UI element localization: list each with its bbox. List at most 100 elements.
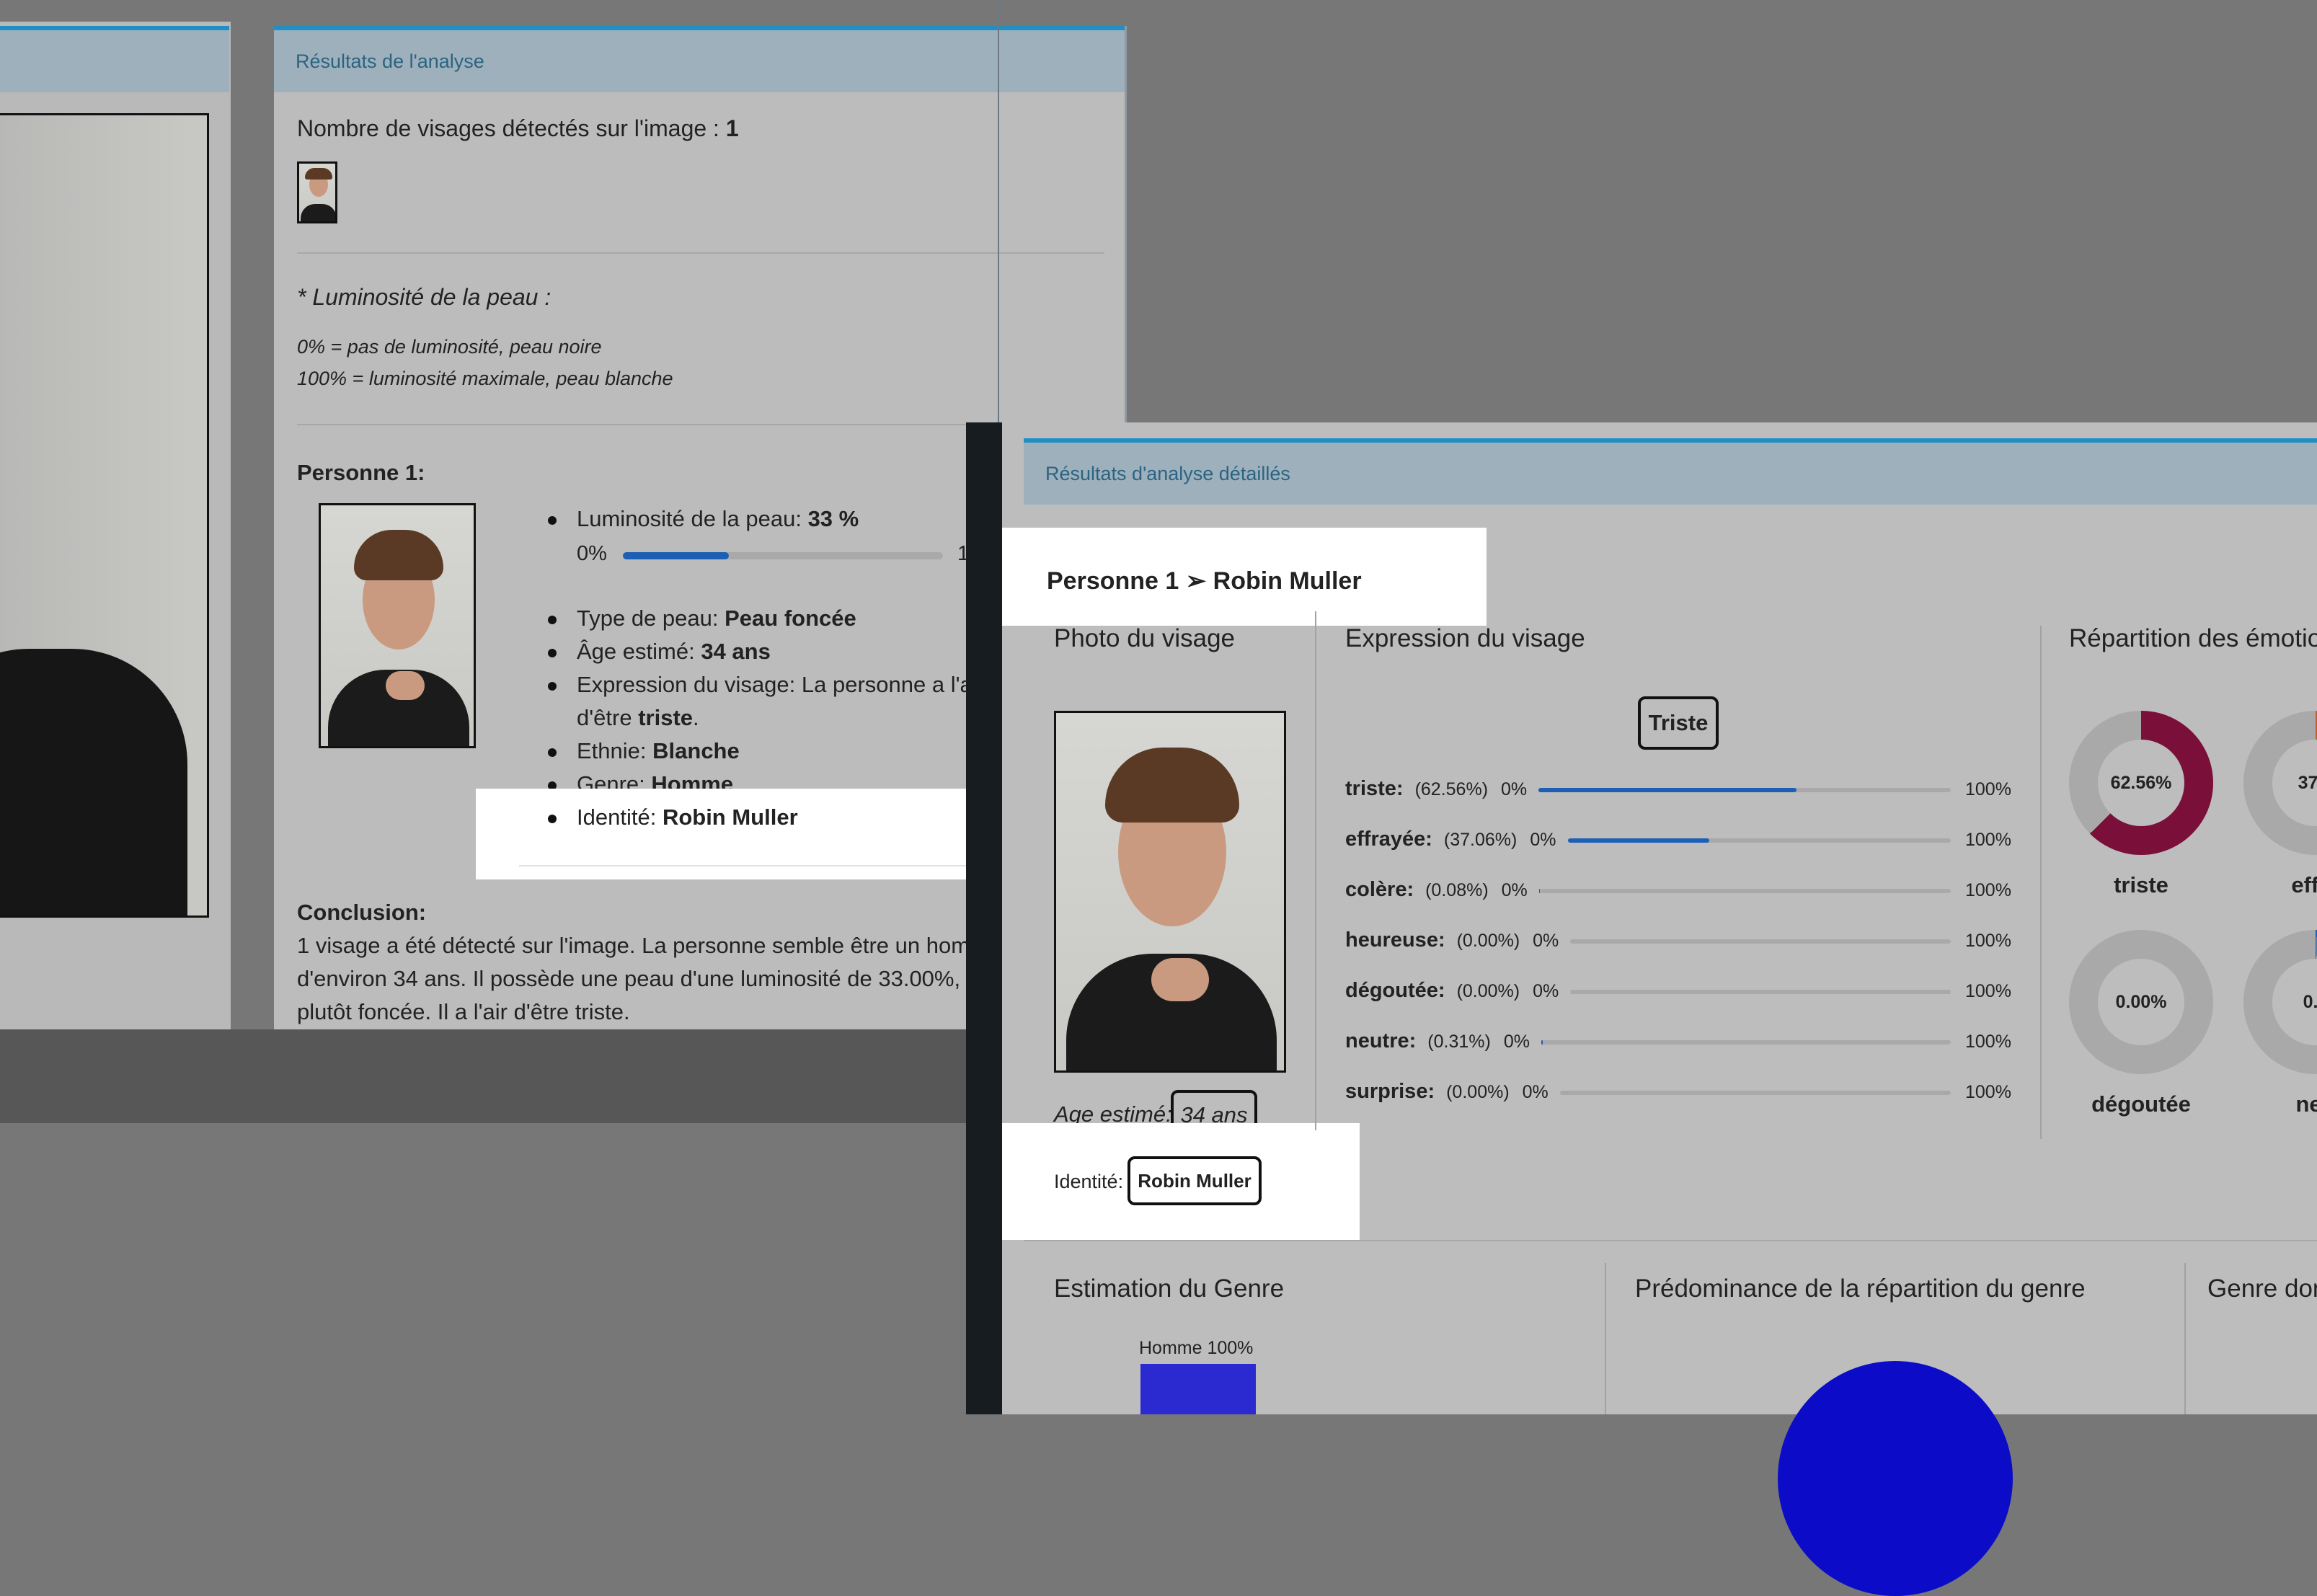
ethnicity-item: Ethnie: Blanche: [577, 738, 740, 764]
emotion-percent: (0.00%): [1457, 931, 1520, 952]
emotion-bar: [1568, 838, 1951, 843]
donut-ring: 0.00%: [2069, 930, 2213, 1074]
expression-prefix: d'être: [577, 705, 632, 730]
expression-value: triste: [638, 705, 693, 730]
emotion-bar-max: 100%: [1965, 880, 2011, 901]
luminosity-item: Luminosité de la peau: 33 %: [577, 506, 859, 532]
luminosity-legend-title: * Luminosité de la peau :: [297, 284, 551, 311]
skin-type-value: Peau foncée: [725, 606, 856, 631]
donut-caption: dégoutée: [2069, 1091, 2213, 1117]
donut-caption: triste: [2069, 872, 2213, 898]
person-heading: Personne 1 ➢ Robin Muller: [1047, 567, 1362, 595]
emotion-bar-min: 0%: [1533, 931, 1559, 952]
person-face-photo: [319, 503, 476, 748]
detail-panel-title: Résultats d'analyse détaillés: [1045, 463, 1290, 485]
emotion-row: triste:(62.56%)0%100%: [1345, 777, 2030, 803]
distribution-title: Répartition des émotio: [2069, 624, 2317, 653]
detail-identity-value: Robin Muller: [1138, 1170, 1251, 1192]
detail-panel-header: Résultats d'analyse détaillés: [1024, 443, 2317, 505]
expression-badge: Triste: [1638, 696, 1719, 750]
bullet: [548, 649, 557, 657]
conclusion-line-3: plutôt foncée. Il a l'air d'être triste.: [297, 999, 630, 1025]
age-label: Âge estimé:: [577, 639, 695, 664]
luminosity-bar-min: 0%: [577, 542, 607, 566]
emotion-bar-max: 100%: [1965, 1082, 2011, 1103]
source-photo: [0, 113, 209, 918]
analysis-panel-header: Résultats de l'analyse: [274, 30, 1125, 92]
emotion-bar-min: 0%: [1504, 1032, 1530, 1052]
person-title: Personne 1:: [297, 460, 425, 486]
identity-label: Identité:: [577, 804, 656, 830]
emotion-donut: 0.00% dégoutée: [2069, 930, 2213, 1132]
gender-bar: [1140, 1364, 1256, 1414]
emotion-bar-max: 100%: [1965, 1032, 2011, 1052]
luminosity-legend-100: 100% = luminosité maximale, peau blanche: [297, 368, 673, 390]
emotion-name: neutre:: [1345, 1029, 1416, 1053]
identity-item: Identité: Robin Muller: [577, 804, 798, 830]
gender-bar-label: Homme 100%: [1139, 1338, 1253, 1359]
column-divider-4: [2184, 1263, 2186, 1414]
emotion-name: heureuse:: [1345, 928, 1445, 952]
emotion-bar-min: 0%: [1533, 981, 1559, 1002]
emotion-bar-fill: [1568, 838, 1710, 843]
emotion-percent: (62.56%): [1415, 779, 1488, 800]
detail-identity-label: Identité:: [1054, 1171, 1123, 1193]
emotion-percent: (0.00%): [1457, 981, 1520, 1002]
column-divider-2: [2040, 626, 2042, 1139]
detail-face-photo: [1054, 711, 1286, 1073]
emotion-donut: 0.3 neu: [2243, 930, 2317, 1132]
donut-value: 0.00%: [2098, 959, 2184, 1045]
lower-dark-band: [0, 1029, 966, 1123]
dark-strip: [966, 422, 1002, 1414]
emotion-row: heureuse:(0.00%)0%100%: [1345, 928, 2030, 954]
emotion-donut: 37.0 effra: [2243, 711, 2317, 913]
conclusion-line-1: 1 visage a été détecté sur l'image. La p…: [297, 933, 970, 959]
expression-badge-label: Triste: [1649, 710, 1709, 736]
gender-pie: [1778, 1361, 2013, 1596]
photo-title: Photo du visage: [1054, 624, 1235, 653]
emotion-bar-min: 0%: [1501, 779, 1527, 800]
luminosity-item-value: 33 %: [808, 506, 859, 531]
faces-count-value: 1: [726, 115, 739, 141]
donut-caption: effra: [2243, 872, 2317, 898]
age-value: 34 ans: [701, 639, 771, 664]
divider-3: [519, 865, 966, 866]
analysis-panel-title: Résultats de l'analyse: [296, 50, 484, 73]
conclusion-title: Conclusion:: [297, 900, 426, 926]
column-divider-1: [1315, 611, 1316, 1130]
emotion-bar-fill: [1538, 788, 1797, 792]
emotion-bar-min: 0%: [1523, 1082, 1549, 1103]
emotion-name: triste:: [1345, 777, 1404, 801]
skin-type-label: Type de peau:: [577, 606, 719, 631]
bullet: [548, 616, 557, 624]
faces-count-label: Nombre de visages détectés sur l'image :: [297, 115, 719, 141]
emotion-row: effrayée:(37.06%)0%100%: [1345, 828, 2030, 854]
emotion-percent: (37.06%): [1444, 830, 1517, 851]
luminosity-legend-0: 0% = pas de luminosité, peau noire: [297, 336, 602, 358]
donut-ring: 0.3: [2243, 930, 2317, 1074]
emotion-bar: [1570, 990, 1951, 994]
emotion-name: colère:: [1345, 878, 1414, 902]
identity-value: Robin Muller: [663, 804, 798, 830]
donut-value: 37.0: [2272, 740, 2317, 826]
donut-ring: 37.0: [2243, 711, 2317, 855]
luminosity-item-label: Luminosité de la peau:: [577, 506, 802, 531]
emotion-row: dégoutée:(0.00%)0%100%: [1345, 979, 2030, 1005]
bullet: [548, 748, 557, 757]
face-thumbnail[interactable]: [297, 161, 337, 223]
emotion-bar: [1560, 1091, 1951, 1095]
emotion-row: neutre:(0.31%)0%100%: [1345, 1029, 2030, 1055]
ethnicity-value: Blanche: [652, 738, 740, 763]
left-image-accent: [0, 26, 229, 30]
gender-predominance-title: Prédominance de la répartition du genre: [1635, 1274, 2086, 1303]
section-divider: [1024, 1240, 2317, 1241]
bullet: [548, 516, 557, 525]
emotion-bar-min: 0%: [1530, 830, 1556, 851]
luminosity-bar-fill: [623, 552, 729, 559]
donut-caption: neu: [2243, 1091, 2317, 1117]
faces-count: Nombre de visages détectés sur l'image :…: [297, 115, 739, 142]
emotion-name: dégoutée:: [1345, 979, 1445, 1003]
emotion-bar: [1539, 889, 1951, 893]
panel-right-edge: [1125, 26, 1127, 422]
divider-1: [297, 252, 1104, 254]
